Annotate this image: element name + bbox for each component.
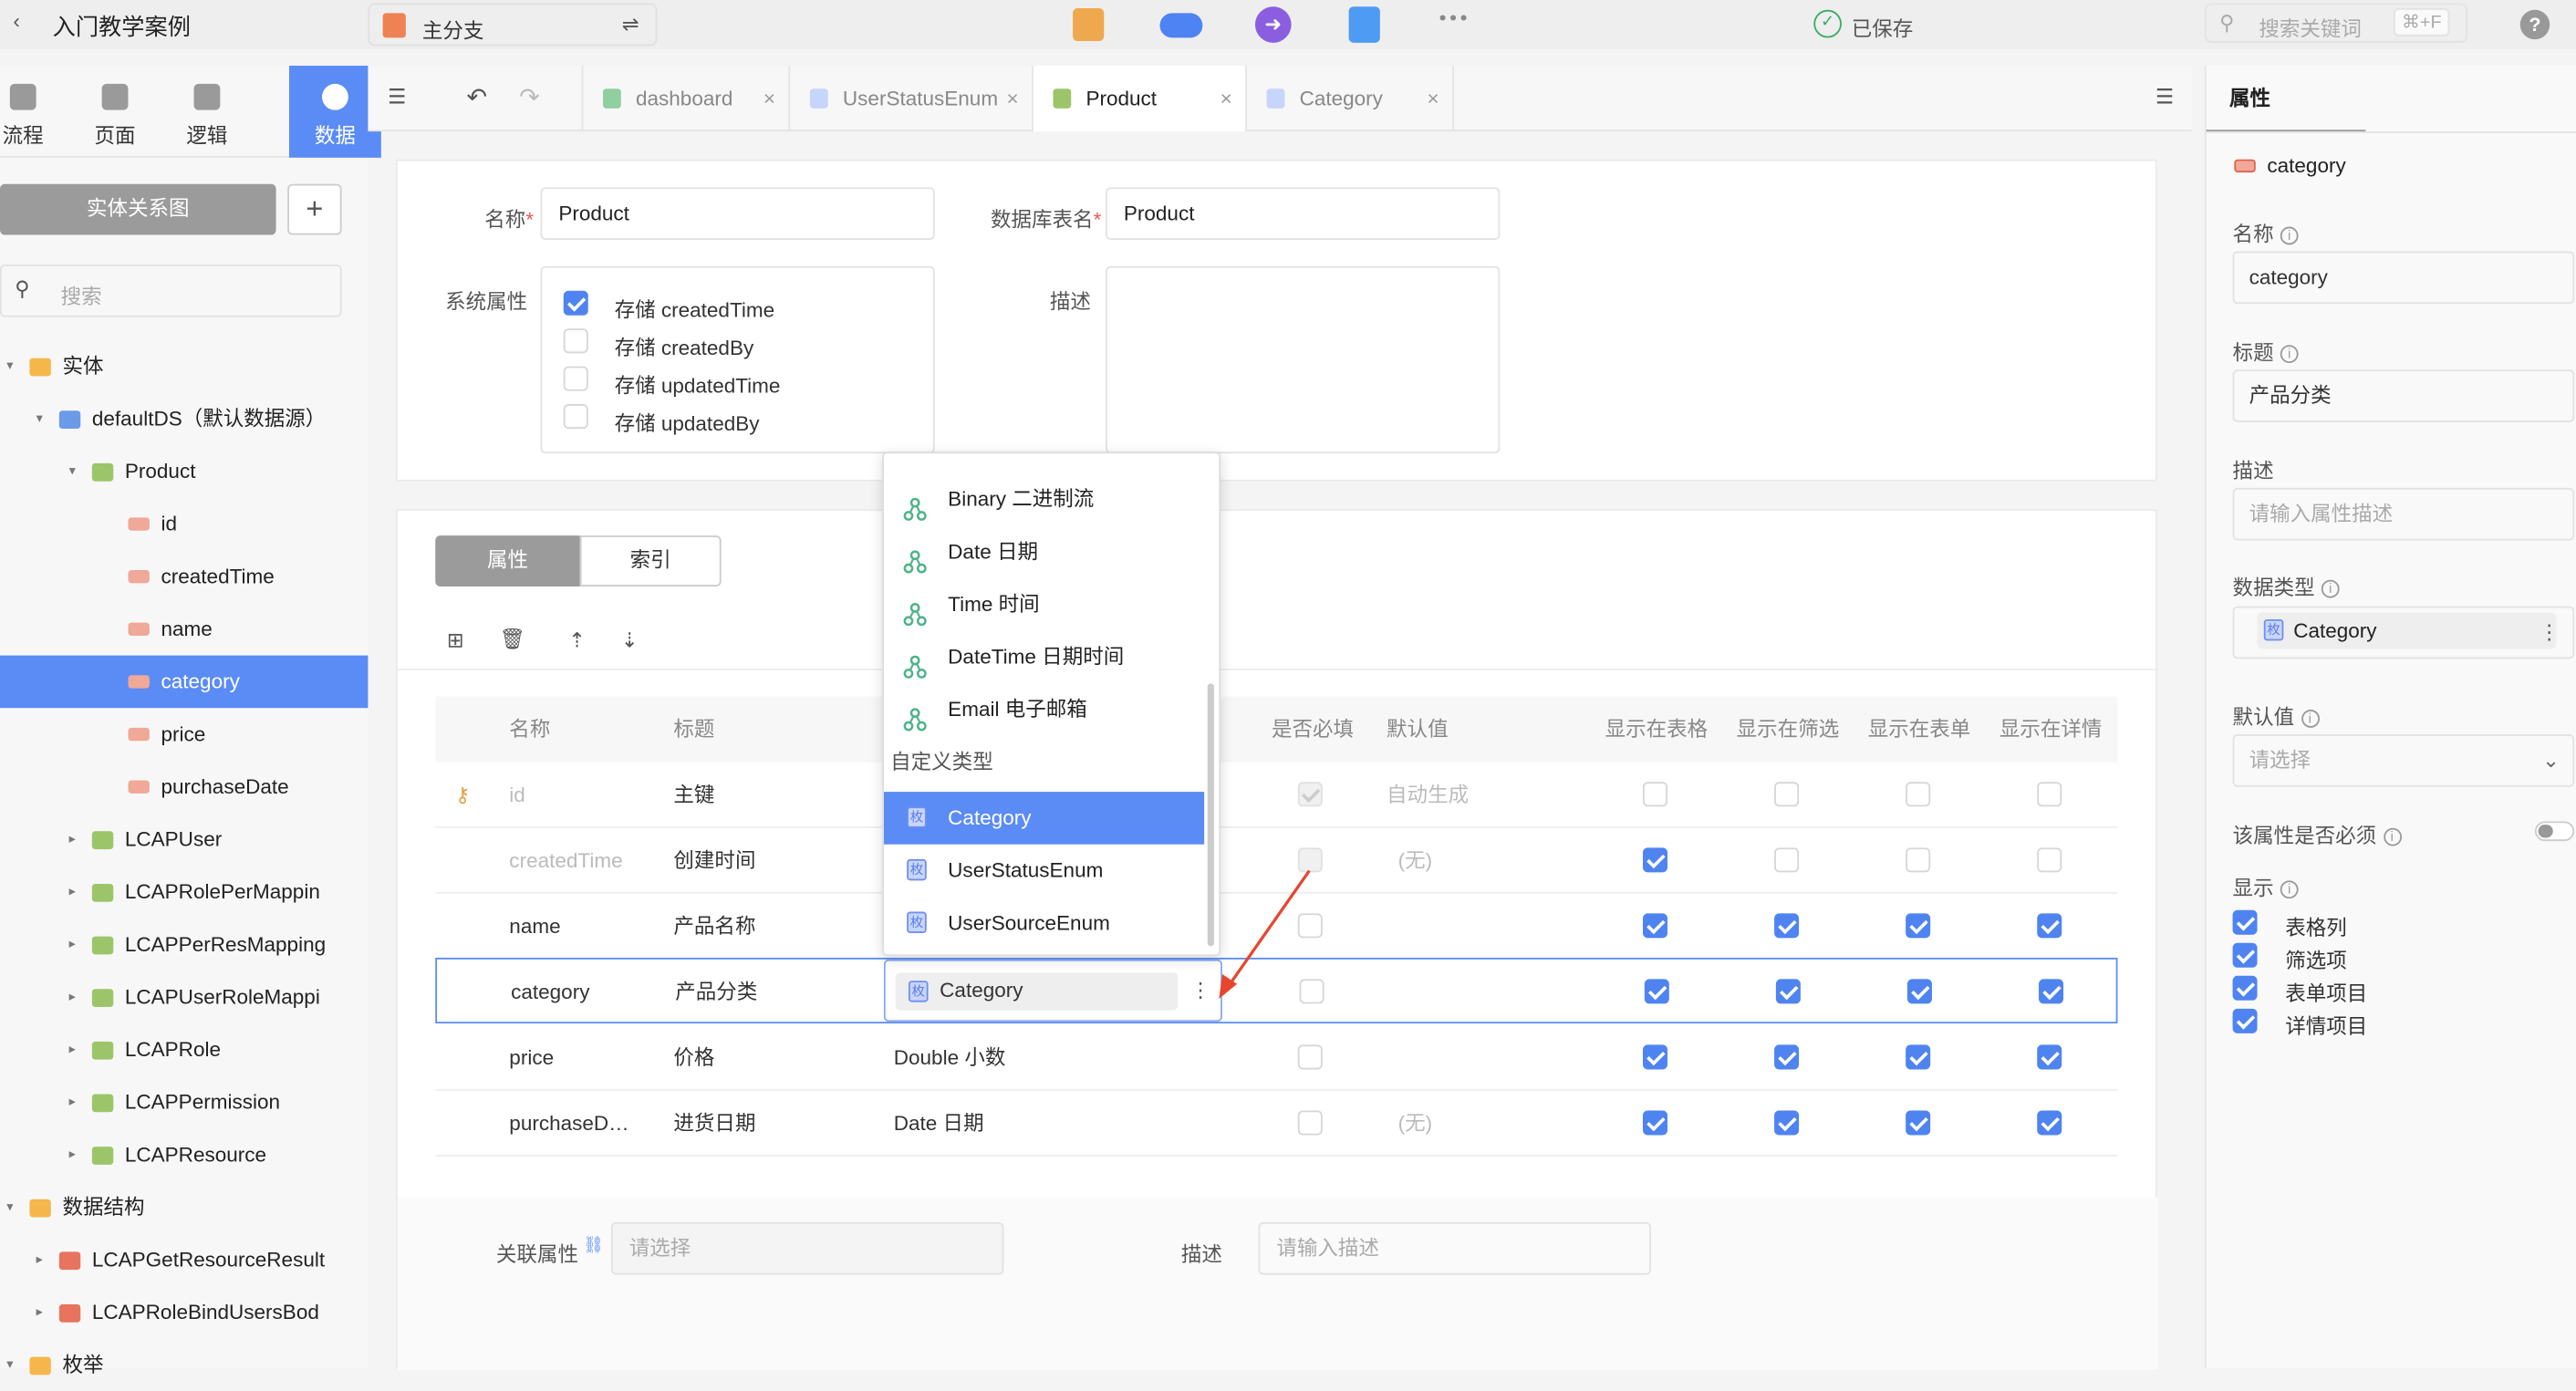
show-option-label: 筛选项 [2285, 949, 2347, 973]
info-icon: i [2280, 226, 2299, 245]
title-label: 标题 i [2233, 335, 2299, 366]
info-icon: i [2321, 579, 2340, 598]
show-option-checkbox[interactable] [2232, 909, 2258, 935]
more-vertical-icon[interactable]: ⋮ [2539, 607, 2560, 657]
show-option-checkbox[interactable] [2232, 975, 2258, 1001]
panel-desc-input[interactable]: 请输入属性描述 [2232, 487, 2575, 541]
info-icon: i [2280, 345, 2299, 364]
info-icon: i [2280, 880, 2299, 899]
panel-type-value: Category [2293, 618, 2377, 643]
default-label: 默认值 i [2233, 700, 2320, 731]
info-icon: i [2301, 710, 2320, 728]
show-option-checkbox[interactable] [2232, 1008, 2258, 1033]
show-option-checkbox[interactable] [2232, 942, 2258, 968]
required-toggle[interactable] [2534, 821, 2575, 842]
info-icon: i [2383, 827, 2402, 846]
enum-icon: 枚 [2263, 618, 2284, 641]
panel-name-input[interactable]: category [2232, 251, 2575, 305]
property-icon [2234, 159, 2256, 173]
panel-type-select[interactable]: 枚 Category ⋮ [2232, 606, 2575, 659]
chevron-down-icon: ⌄ [2542, 749, 2560, 773]
required-label: 该属性是否必须 i [2233, 818, 2402, 849]
panel-title-input[interactable]: 产品分类 [2232, 369, 2575, 422]
show-label: 显示 i [2233, 871, 2299, 902]
show-option-label: 表格列 [2285, 916, 2347, 940]
show-option-label: 详情项目 [2285, 1015, 2368, 1039]
panel-tab-properties[interactable]: 属性 [2206, 66, 2366, 132]
type-label: 数据类型 i [2233, 570, 2340, 601]
desc-label: 描述 [2232, 460, 2274, 483]
name-label: 名称 i [2233, 217, 2299, 248]
annotation-arrow [1219, 869, 1311, 1000]
panel-property-name: category [2267, 154, 2346, 178]
panel-default-select[interactable]: 请选择 ⌄ [2232, 734, 2575, 787]
property-panel: 属性 category 名称 i category 标题 i 产品分类 描述 请输入… [2204, 66, 2576, 1369]
show-option-label: 表单项目 [2285, 981, 2368, 1006]
